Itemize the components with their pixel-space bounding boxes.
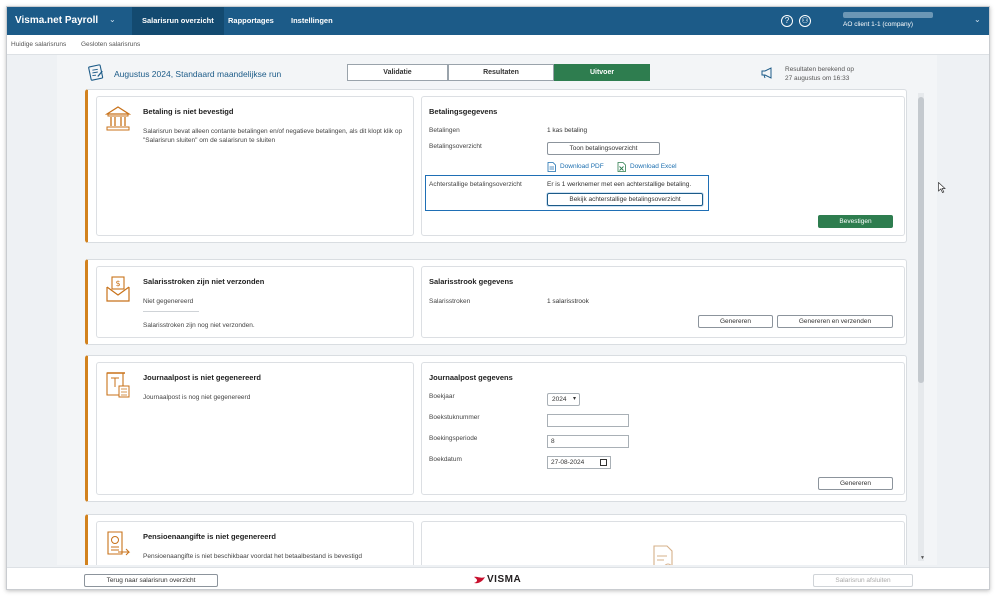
bevestigen-button[interactable]: Bevestigen: [818, 215, 893, 228]
top-nav: Visma.net Payroll ⌄ Salarisrun overzicht…: [7, 7, 989, 35]
genereren-en-verzenden-button[interactable]: Genereren en verzenden: [777, 315, 893, 328]
salarisstroken-details-title: Salarisstrook gegevens: [429, 277, 514, 286]
journaalpost-status-panel: Journaalpost is niet gegenereerd Journaa…: [96, 362, 414, 495]
document-placeholder-icon: [653, 545, 673, 565]
payroll-run-icon: [88, 64, 104, 81]
tab-rapportages[interactable]: Rapportages: [218, 7, 284, 35]
label-boekjaar: Boekjaar: [429, 393, 455, 400]
company-name[interactable]: AO client 1-1 (company): [843, 21, 913, 28]
pdf-file-icon: [547, 162, 556, 172]
value-achterstallig: Er is 1 werknemer met een achterstallige…: [547, 181, 692, 188]
visma-logo-text: VISMA: [487, 574, 522, 585]
terug-button[interactable]: Terug naar salarisrun overzicht: [84, 574, 218, 587]
pensioen-details-panel: [421, 521, 905, 565]
betaling-title: Betaling is niet bevestigd: [143, 107, 234, 116]
step-uitvoer[interactable]: Uitvoer: [554, 64, 650, 81]
step-resultaten[interactable]: Resultaten: [448, 64, 554, 81]
pensioen-description: Pensioenaangifte is niet beschikbaar voo…: [143, 553, 362, 560]
user-name-blurred[interactable]: [843, 12, 933, 18]
ledger-icon: [106, 372, 130, 398]
calendar-icon[interactable]: [600, 459, 607, 466]
download-pdf-link[interactable]: Download PDF: [560, 163, 604, 170]
salarisrun-afsluiten-button[interactable]: Salarisrun afsluiten: [813, 574, 913, 587]
scroll-down-icon[interactable]: ▼: [920, 555, 925, 561]
results-calculated-date: 27 augustus om 16:33: [785, 75, 850, 82]
footer: Terug naar salarisrun overzicht VISMA Sa…: [7, 567, 989, 589]
pension-document-icon: [107, 531, 131, 556]
toon-betalingsoverzicht-button[interactable]: Toon betalingsoverzicht: [547, 142, 660, 155]
scrollbar[interactable]: [918, 93, 924, 561]
journaalpost-details-title: Journaalpost gegevens: [429, 373, 513, 382]
label-salarisstroken: Salarisstroken: [429, 298, 471, 305]
tab-instellingen[interactable]: Instellingen: [281, 7, 343, 35]
mouse-cursor-icon: [938, 182, 946, 193]
download-excel-link[interactable]: Download Excel: [630, 163, 677, 170]
betaling-details-panel: Betalingsgegevens Betalingen 1 kas betal…: [421, 96, 905, 236]
accessibility-icon[interactable]: ⚇: [799, 15, 811, 27]
section-pensioen: Pensioenaangifte is niet gegenereerd Pen…: [85, 514, 907, 565]
label-betalingen: Betalingen: [429, 127, 460, 134]
boekjaar-value: 2024: [552, 396, 567, 403]
results-calculated: Resultaten berekend op 27 augustus om 16…: [785, 65, 854, 83]
envelope-payslip-icon: $: [106, 276, 130, 302]
subnav-closed-runs[interactable]: Gesloten salarisruns: [81, 41, 140, 48]
salarisstroken-status-panel: $ Salarisstroken zijn niet verzonden Nie…: [96, 266, 414, 338]
subnav-current-runs[interactable]: Huidige salarisruns: [11, 41, 66, 48]
bekijk-achterstallig-button[interactable]: Bekijk achterstallige betalingsoverzicht: [547, 193, 703, 206]
section-journaalpost: Journaalpost is niet gegenereerd Journaa…: [85, 355, 907, 502]
value-betalingen: 1 kas betaling: [547, 127, 588, 134]
journaalpost-description: Journaalpost is nog niet gegenereerd: [143, 394, 251, 401]
scrollbar-thumb[interactable]: [918, 97, 924, 383]
excel-file-icon: [617, 162, 626, 172]
boekingsperiode-input[interactable]: 8: [547, 435, 629, 448]
run-title: Augustus 2024, Standaard maandelijkse ru…: [114, 69, 282, 79]
label-boekstuknummer: Boekstuknummer: [429, 414, 480, 421]
chevron-down-icon: ▾: [572, 396, 576, 402]
help-icon[interactable]: ?: [781, 15, 793, 27]
value-salarisstroken: 1 salarisstrook: [547, 298, 589, 305]
chevron-down-icon[interactable]: ⌄: [974, 15, 981, 24]
tab-salarisrun-overzicht[interactable]: Salarisrun overzicht: [132, 7, 224, 35]
pensioen-status-panel: Pensioenaangifte is niet gegenereerd Pen…: [96, 521, 414, 565]
sections-scroll-pane[interactable]: Betaling is niet bevestigd Salarisrun be…: [85, 89, 907, 565]
boekstuknummer-input[interactable]: [547, 414, 629, 427]
visma-logo-mark: [474, 576, 485, 584]
boekdatum-value: 27-08-2024: [551, 459, 585, 466]
salarisstroken-details-panel: Salarisstrook gegevens Salarisstroken 1 …: [421, 266, 905, 338]
boekjaar-select[interactable]: 2024 ▾: [547, 393, 580, 406]
chevron-down-icon[interactable]: ⌄: [109, 15, 116, 24]
journaalpost-title: Journaalpost is niet gegenereerd: [143, 373, 261, 382]
journaalpost-details-panel: Journaalpost gegevens Boekjaar 2024 ▾ Bo…: [421, 362, 905, 495]
betaling-details-title: Betalingsgegevens: [429, 107, 498, 116]
megaphone-icon: [761, 67, 772, 79]
bank-icon: [105, 106, 131, 131]
sub-nav: Huidige salarisruns Gesloten salarisruns: [7, 35, 989, 55]
pensioen-title: Pensioenaangifte is niet gegenereerd: [143, 532, 276, 541]
svg-text:$: $: [115, 279, 120, 288]
genereren-button[interactable]: Genereren: [698, 315, 773, 328]
step-validatie[interactable]: Validatie: [347, 64, 448, 81]
betaling-status-panel: Betaling is niet bevestigd Salarisrun be…: [96, 96, 414, 236]
label-boekdatum: Boekdatum: [429, 456, 462, 463]
salarisstroken-description: Salarisstroken zijn nog niet verzonden.: [143, 322, 255, 329]
label-betalingsoverzicht: Betalingsoverzicht: [429, 143, 482, 150]
app-brand[interactable]: Visma.net Payroll: [15, 15, 98, 26]
results-calculated-label: Resultaten berekend op: [785, 66, 855, 73]
section-betaling: Betaling is niet bevestigd Salarisrun be…: [85, 89, 907, 243]
boekdatum-input[interactable]: 27-08-2024: [547, 456, 611, 469]
salarisstroken-title: Salarisstroken zijn niet verzonden: [143, 277, 265, 286]
label-boekingsperiode: Boekingsperiode: [429, 435, 478, 442]
divider: [143, 311, 199, 312]
app-window: Visma.net Payroll ⌄ Salarisrun overzicht…: [6, 6, 990, 590]
journaalpost-genereren-button[interactable]: Genereren: [818, 477, 893, 490]
betaling-description: Salarisrun bevat alleen contante betalin…: [143, 128, 403, 144]
label-achterstallig: Achterstallige betalingsoverzicht: [429, 181, 522, 188]
section-salarisstroken: $ Salarisstroken zijn niet verzonden Nie…: [85, 259, 907, 345]
salarisstroken-status: Niet gegenereerd: [143, 298, 194, 305]
